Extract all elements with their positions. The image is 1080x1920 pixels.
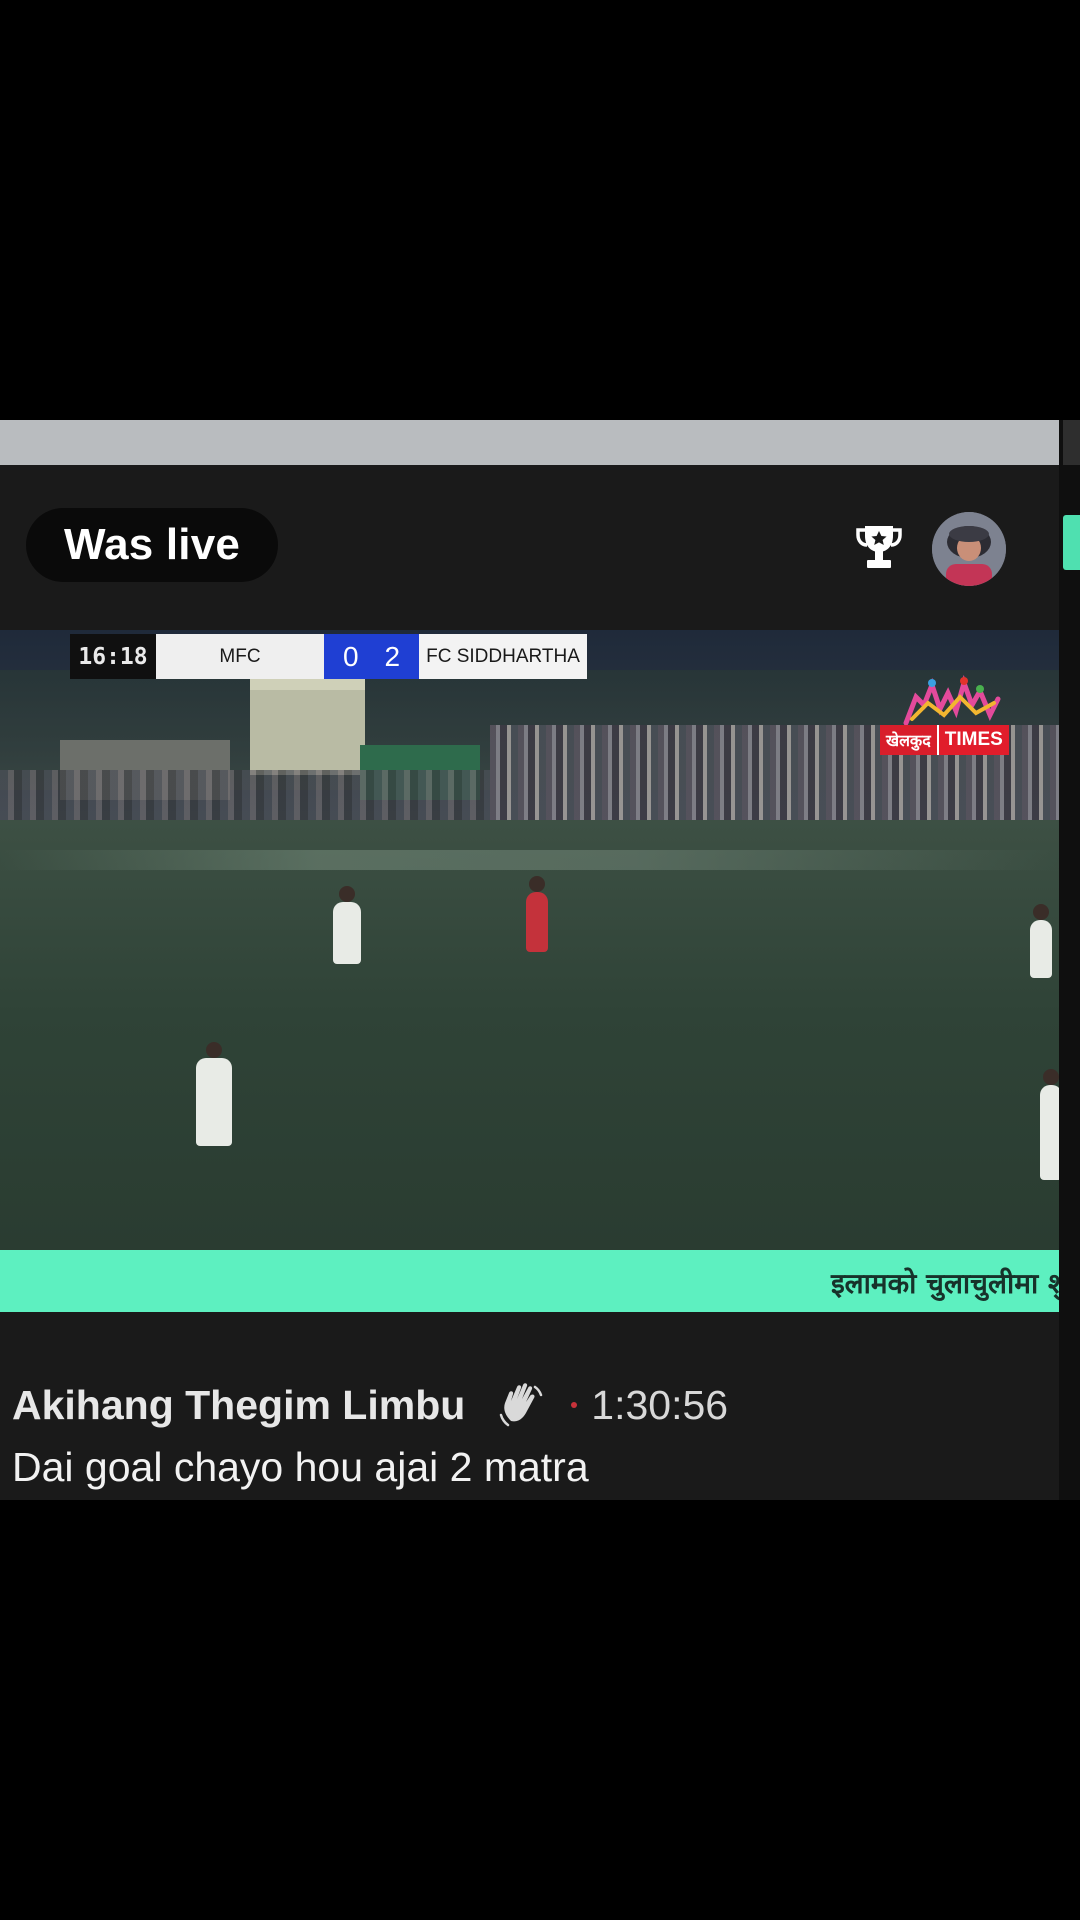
scoreboard: 16:18 MFC 0 2 FC SIDDHARTHA <box>70 634 587 679</box>
logo-figures-icon <box>903 675 1001 725</box>
player <box>1040 1069 1059 1180</box>
progress-strip <box>0 420 1059 465</box>
news-ticker: इलामको चुलाचुलीमा शु <box>0 1250 1059 1312</box>
player <box>526 876 548 952</box>
top-letterbox <box>0 0 1080 420</box>
away-team: FC SIDDHARTHA <box>419 634 587 679</box>
next-card-peek[interactable] <box>1059 420 1080 1500</box>
score: 0 2 <box>324 634 419 679</box>
trophy-icon[interactable] <box>855 522 903 572</box>
separator-dot <box>571 1402 578 1408</box>
live-chat-replay-card: Was live 16:18 MFC 0 2 FC SIDDHARTHA खेल… <box>0 420 1059 1500</box>
player <box>333 886 361 964</box>
player <box>1030 904 1052 978</box>
home-team: MFC <box>156 634 324 679</box>
comment-timestamp[interactable]: 1:30:56 <box>591 1382 728 1429</box>
player <box>196 1042 232 1146</box>
avatar[interactable] <box>932 512 1006 586</box>
logo-text-left: खेलकुद <box>880 725 937 755</box>
comment-author[interactable]: Akihang Thegim Limbu <box>12 1382 465 1429</box>
bottom-letterbox <box>0 1500 1080 1920</box>
logo-text-right: TIMES <box>936 725 1009 755</box>
chat-message[interactable]: Akihang Thegim Limbu 1:30:56 Dai goal ch… <box>12 1380 1052 1491</box>
broadcaster-logo: खेलकुद TIMES <box>878 675 1030 755</box>
away-score: 2 <box>384 640 401 672</box>
comment-text: Dai goal chayo hou ajai 2 matra <box>12 1444 589 1490</box>
video-thumbnail[interactable]: 16:18 MFC 0 2 FC SIDDHARTHA खेलकुद TIMES <box>0 630 1059 1250</box>
was-live-label: Was live <box>64 520 241 569</box>
ticker-text: इलामको चुलाचुलीमा शु <box>830 1267 1059 1300</box>
match-clock: 16:18 <box>70 634 156 679</box>
home-score: 0 <box>342 640 359 672</box>
was-live-badge[interactable]: Was live <box>26 508 279 582</box>
waving-hand-icon <box>500 1383 543 1427</box>
